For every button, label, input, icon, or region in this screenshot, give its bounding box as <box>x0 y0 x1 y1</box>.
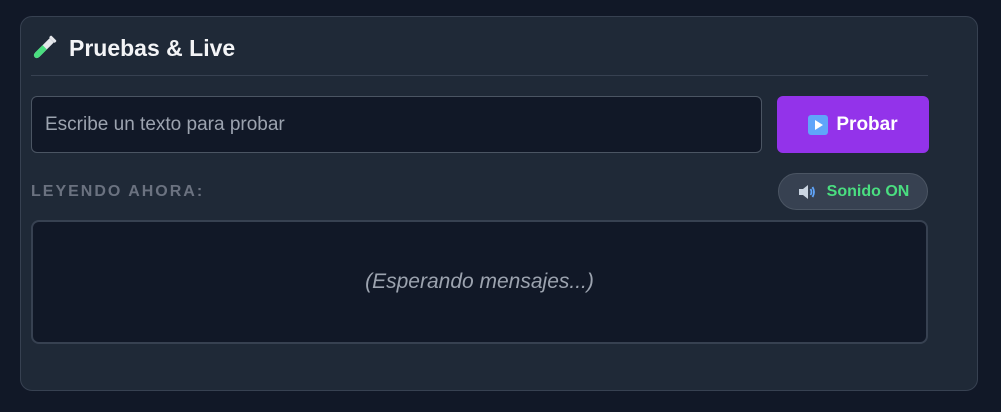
waiting-message: (Esperando mensajes...) <box>365 270 594 293</box>
play-icon <box>808 114 829 135</box>
panel-title: Pruebas & Live <box>69 35 236 61</box>
test-button[interactable]: Probar <box>777 96 929 153</box>
reading-now-label: LEYENDO AHORA: <box>31 183 205 200</box>
test-text-input[interactable] <box>31 96 762 153</box>
test-tube-icon <box>33 35 57 59</box>
sound-toggle-label: Sonido ON <box>826 182 910 200</box>
message-display: (Esperando mensajes...) <box>31 220 928 344</box>
test-button-label: Probar <box>836 113 898 135</box>
speaker-icon <box>798 184 815 199</box>
panel-header: Pruebas & Live <box>31 33 928 76</box>
sound-toggle[interactable]: Sonido ON <box>778 173 928 210</box>
